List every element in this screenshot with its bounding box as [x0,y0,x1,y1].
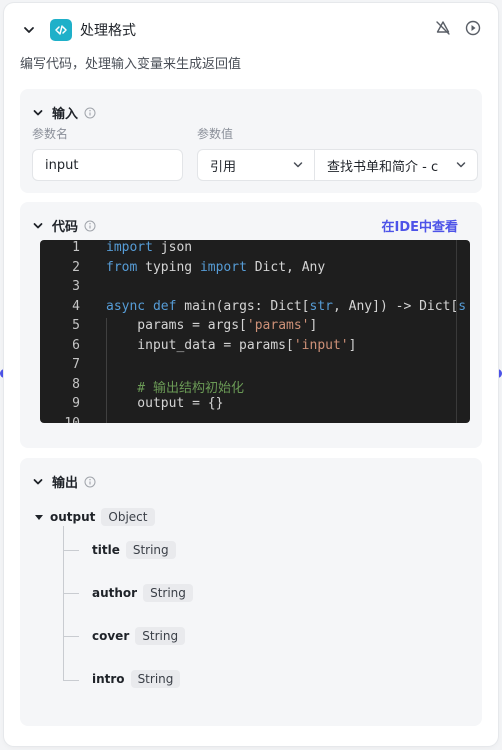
output-field-row[interactable]: author String [92,584,193,602]
run-node-icon[interactable] [464,19,482,41]
code-text: # 输出结构初始化 [106,380,244,396]
input-section-header[interactable]: 输入 [32,103,96,122]
code-line[interactable]: 2 from typing import Dict, Any [40,260,470,280]
output-section-title: 输出 [52,476,79,491]
code-line[interactable]: 10 [40,416,470,424]
param-name-label: 参数名 [32,127,69,141]
line-number: 2 [72,259,80,275]
code-node-card[interactable]: 处理格式 编写代码，处理输入变量来生成返回值 输入 参数名 参数值 input [4,3,498,746]
line-number: 8 [72,376,80,392]
code-text: output = {} [106,396,224,411]
value-ref-select[interactable]: 查找书单和简介 - c [314,149,478,181]
tree-connector [63,550,79,551]
code-line[interactable]: 7 [40,357,470,377]
code-section: 代码 在IDE中查看 1 import json 2 from typing impo… [20,202,482,448]
output-field-name: cover [92,629,130,643]
output-field-row[interactable]: cover String [92,627,186,645]
output-field-row[interactable]: intro String [92,670,181,688]
node-header: 处理格式 [20,17,482,43]
output-root-row[interactable]: output Object [34,508,155,526]
type-tag: String [135,627,186,645]
code-line[interactable]: 3 [40,279,470,299]
line-number: 10 [64,415,80,424]
chevron-down-icon [292,159,304,171]
input-section-title: 输入 [52,107,79,122]
input-section: 输入 参数名 参数值 input 引用 查找书单和简介 - c [20,89,482,193]
tree-connector [63,680,79,681]
code-text: import json [106,240,193,255]
debug-off-icon[interactable] [434,19,452,41]
code-text: params = args['params'] [106,318,318,333]
output-field-name: title [92,543,120,557]
code-text: from typing import Dict, Any [106,259,326,275]
output-section-header[interactable]: 输出 [32,472,96,491]
open-in-ide-link[interactable]: 在IDE中查看 [381,216,458,235]
line-number: 4 [72,298,80,314]
output-field-row[interactable]: title String [92,541,176,559]
code-section-title: 代码 [52,220,79,235]
line-number: 3 [72,279,80,294]
output-field-name: intro [92,672,125,686]
node-description[interactable]: 编写代码，处理输入变量来生成返回值 [20,53,241,72]
param-name-value: input [45,157,79,173]
info-icon[interactable] [84,220,96,232]
code-line[interactable]: 4 async def main(args: Dict[str, Any]) ->… [40,299,470,319]
code-section-header[interactable]: 代码 [32,216,96,235]
value-type-value: 引用 [210,159,237,175]
collapse-chevron-icon[interactable] [20,21,38,39]
code-line[interactable]: 8 # 输出结构初始化 [40,377,470,397]
collapse-chevron-icon[interactable] [32,107,44,119]
collapse-chevron-icon[interactable] [32,476,44,488]
output-section: 输出 output Object title String author Str… [20,458,482,726]
line-number: 5 [72,318,80,333]
info-icon[interactable] [84,107,96,119]
value-type-select[interactable]: 引用 [197,149,315,181]
type-tag: String [130,670,181,688]
type-tag: Object [101,508,155,526]
code-text: input_data = params['input'] [106,337,357,353]
tree-connector [63,593,79,594]
code-editor[interactable]: 1 import json 2 from typing import Dict, An… [40,240,470,423]
code-line[interactable]: 9 output = {} [40,396,470,416]
param-name-input[interactable]: input [32,149,183,181]
code-text: async def main(args: Dict[str, Any]) -> … [106,298,467,314]
value-ref-value: 查找书单和简介 - c [327,159,439,175]
code-node-icon [50,19,72,41]
code-line[interactable]: 1 import json [40,240,470,260]
info-icon[interactable] [84,476,96,488]
caret-down-icon[interactable] [34,512,44,522]
output-root-name: output [50,510,96,524]
line-number: 9 [72,396,80,411]
type-tag: String [125,541,176,559]
chevron-down-icon [455,159,467,171]
code-line[interactable]: 5 params = args['params'] [40,318,470,338]
line-number: 6 [72,337,80,353]
tree-connector [63,636,79,637]
param-value-label: 参数值 [197,127,234,141]
code-line[interactable]: 6 input_data = params['input'] [40,338,470,358]
collapse-chevron-icon[interactable] [32,220,44,232]
output-field-name: author [92,586,138,600]
line-number: 1 [72,240,80,255]
type-tag: String [143,584,193,602]
node-title: 处理格式 [80,23,136,39]
line-number: 7 [72,357,80,372]
